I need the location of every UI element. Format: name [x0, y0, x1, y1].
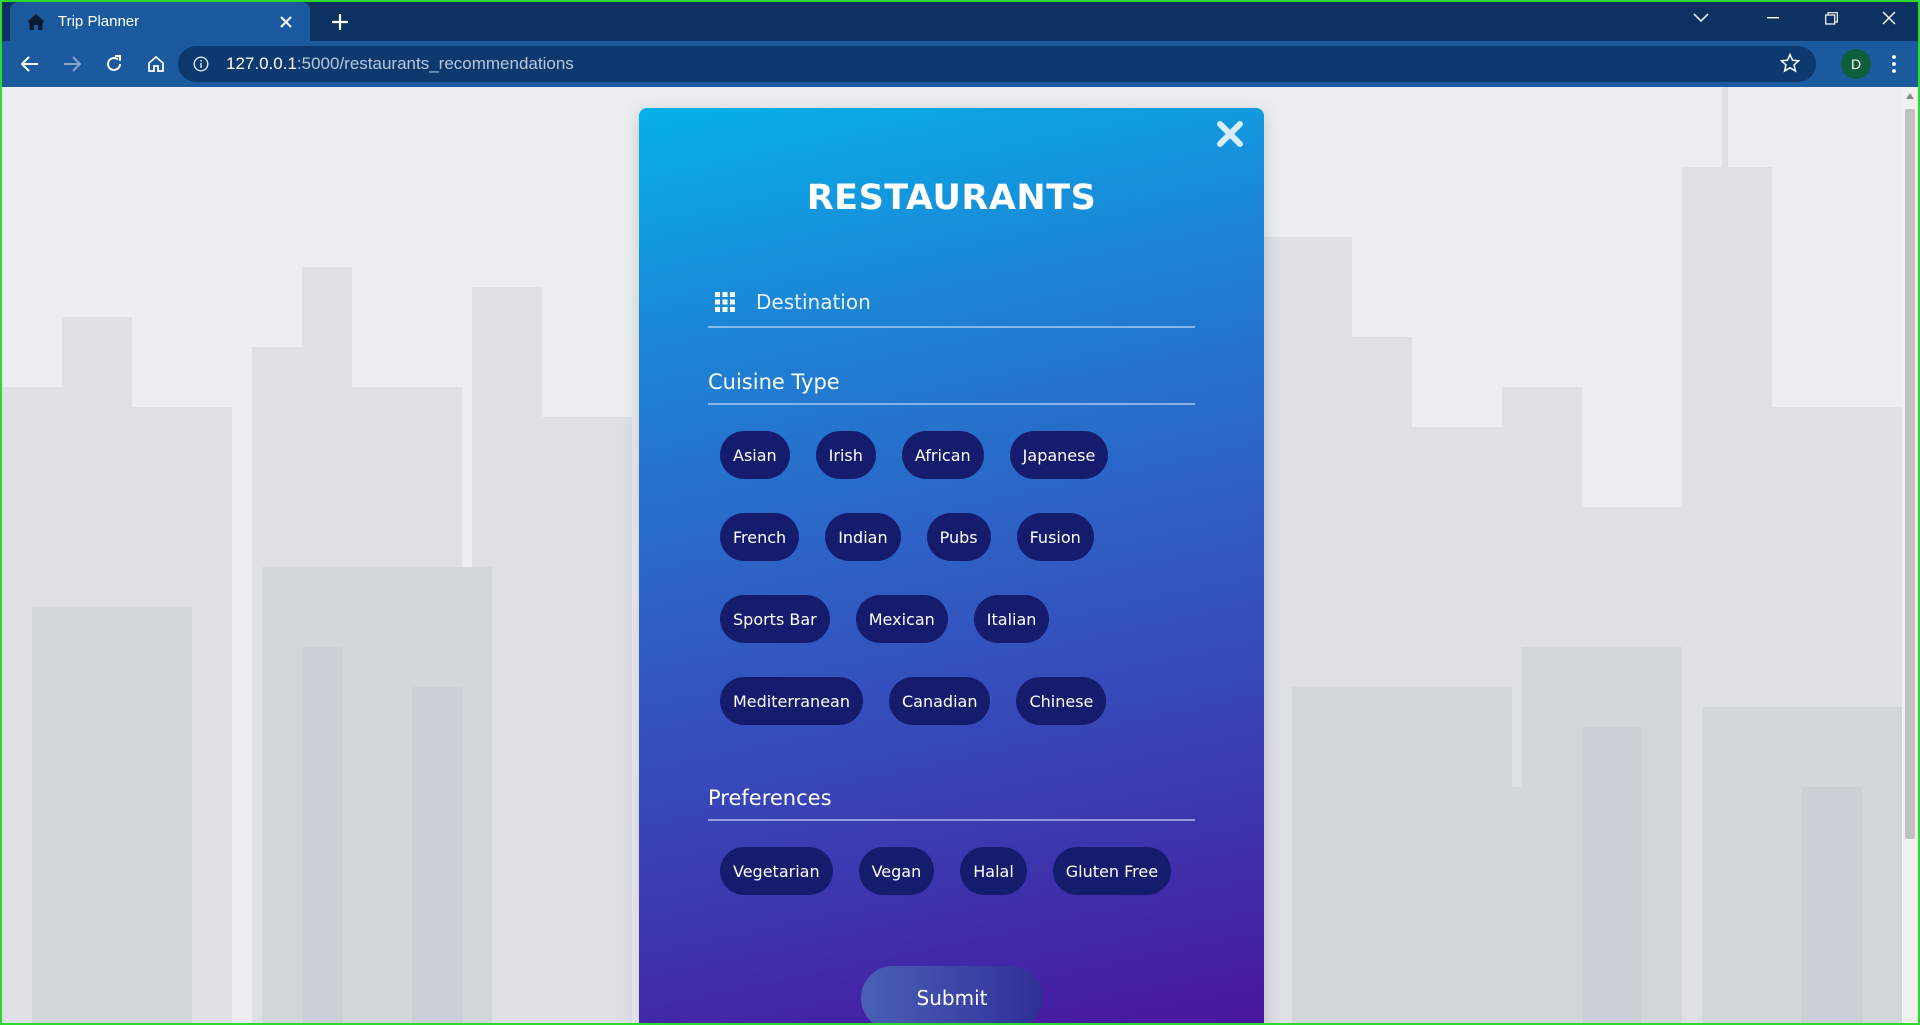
grid-icon	[714, 291, 736, 313]
cuisine-chip-african[interactable]: African	[901, 431, 984, 479]
cuisine-type-label: Cuisine Type	[708, 370, 840, 394]
cuisine-chip-sports-bar[interactable]: Sports Bar	[720, 595, 830, 643]
cuisine-chip-italian[interactable]: Italian	[973, 595, 1050, 643]
browser-toolbar: 127.0.0.1:5000/restaurants_recommendatio…	[2, 41, 1918, 87]
cuisine-row-3: Sports Bar Mexican Italian	[720, 595, 1075, 643]
page-viewport: RESTAURANTS Cuisine Type Asian Irish Afr…	[2, 87, 1902, 1023]
modal-title: RESTAURANTS	[806, 178, 1097, 218]
cuisine-divider	[708, 403, 1195, 405]
tab-title: Trip Planner	[58, 13, 140, 30]
cuisine-chip-chinese[interactable]: Chinese	[1016, 677, 1107, 725]
page-scrollbar[interactable]	[1902, 87, 1918, 1023]
url-host: 127.0.0.1	[226, 54, 297, 73]
new-tab-button[interactable]	[324, 6, 356, 38]
preferences-label: Preferences	[708, 786, 832, 810]
minimize-icon[interactable]	[1744, 2, 1802, 34]
tab-close-icon[interactable]	[274, 10, 298, 34]
cuisine-row-1: Asian Irish African Japanese	[720, 431, 1134, 479]
cuisine-chip-canadian[interactable]: Canadian	[888, 677, 991, 725]
browser-tab[interactable]: Trip Planner	[10, 2, 310, 41]
reload-icon[interactable]	[94, 46, 134, 82]
restore-icon[interactable]	[1802, 2, 1860, 34]
browser-menu-icon[interactable]	[1882, 50, 1906, 78]
back-arrow-icon[interactable]	[10, 46, 50, 82]
cuisine-chip-fusion[interactable]: Fusion	[1016, 513, 1094, 561]
profile-avatar[interactable]: D	[1841, 49, 1871, 79]
scroll-up-arrow-icon[interactable]	[1906, 93, 1914, 99]
tab-search-icon[interactable]	[1672, 2, 1730, 34]
destination-input[interactable]	[756, 290, 1156, 314]
cuisine-chip-mediterranean[interactable]: Mediterranean	[720, 677, 863, 725]
url-path: :5000/restaurants_recommendations	[296, 54, 574, 73]
scrollbar-thumb[interactable]	[1905, 109, 1915, 839]
destination-field	[708, 278, 1195, 328]
home-button-icon[interactable]	[136, 46, 176, 82]
bookmark-star-icon[interactable]	[1779, 52, 1801, 77]
cuisine-chip-mexican[interactable]: Mexican	[855, 595, 948, 643]
cuisine-chip-pubs[interactable]: Pubs	[926, 513, 991, 561]
cuisine-chip-asian[interactable]: Asian	[720, 431, 790, 479]
window-controls	[1744, 2, 1918, 34]
forward-arrow-icon[interactable]	[52, 46, 92, 82]
address-bar[interactable]: 127.0.0.1:5000/restaurants_recommendatio…	[178, 46, 1816, 82]
restaurants-modal: RESTAURANTS Cuisine Type Asian Irish Afr…	[639, 108, 1264, 1023]
preference-chip-vegetarian[interactable]: Vegetarian	[720, 847, 833, 895]
site-info-icon[interactable]	[190, 53, 212, 75]
preference-chip-halal[interactable]: Halal	[960, 847, 1027, 895]
preferences-row: Vegetarian Vegan Halal Gluten Free	[720, 847, 1197, 895]
cuisine-chip-indian[interactable]: Indian	[825, 513, 901, 561]
cuisine-row-2: French Indian Pubs Fusion	[720, 513, 1120, 561]
submit-button[interactable]: Submit	[861, 966, 1043, 1023]
cuisine-chip-irish[interactable]: Irish	[815, 431, 876, 479]
close-window-icon[interactable]	[1860, 2, 1918, 34]
cuisine-chip-french[interactable]: French	[720, 513, 800, 561]
preference-chip-gluten-free[interactable]: Gluten Free	[1052, 847, 1172, 895]
cuisine-chip-japanese[interactable]: Japanese	[1009, 431, 1109, 479]
url-text: 127.0.0.1:5000/restaurants_recommendatio…	[226, 54, 574, 74]
preference-chip-vegan[interactable]: Vegan	[858, 847, 935, 895]
close-icon[interactable]	[1212, 116, 1248, 152]
preferences-divider	[708, 819, 1195, 821]
browser-titlebar: Trip Planner	[2, 2, 1918, 41]
cuisine-row-4: Mediterranean Canadian Chinese	[720, 677, 1132, 725]
home-icon	[26, 11, 48, 33]
